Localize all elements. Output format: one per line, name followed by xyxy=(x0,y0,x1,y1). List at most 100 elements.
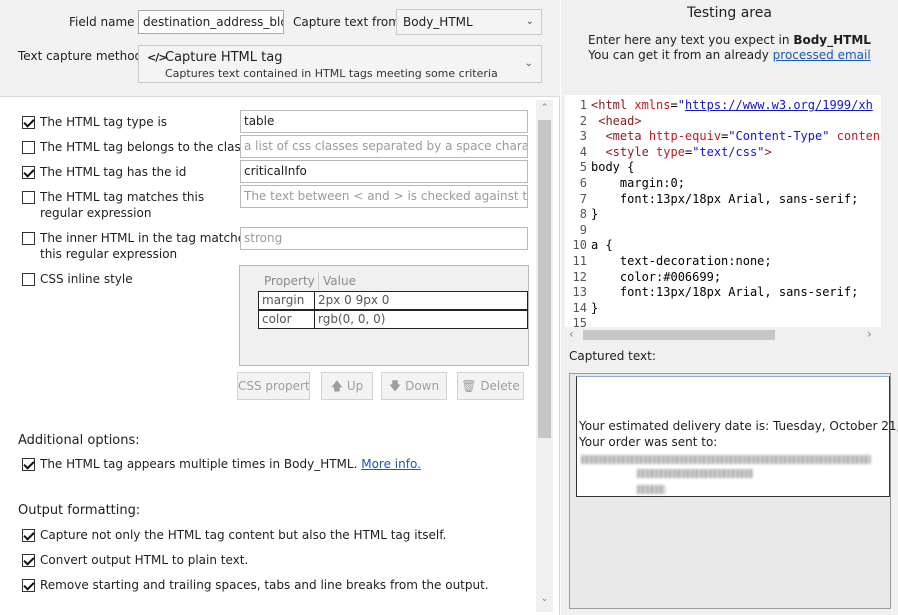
testing-info: Enter here any text you expect in Body_H… xyxy=(588,33,871,62)
code-line: font:13px/18px Arial, sans-serif; xyxy=(591,285,859,300)
scroll-up-icon[interactable]: ⌃ xyxy=(536,103,553,113)
method-subtitle: Captures text contained in HTML tags mee… xyxy=(165,67,498,80)
line-number: 2 xyxy=(579,113,587,128)
editor-horizontal-scrollbar[interactable]: ‹ › xyxy=(565,327,881,343)
testing-area-pane: Testing area Enter here any text you exp… xyxy=(561,0,898,615)
code-line: } xyxy=(591,300,599,315)
test-html-editor[interactable]: 1 <html xmlns="https://www.w3.org/1999/xh… xyxy=(565,95,881,327)
classes-input[interactable]: a list of css classes separated by a spa… xyxy=(240,135,528,158)
line-number: 7 xyxy=(579,191,587,206)
grid-cell-value: 2px 0 9px 0 xyxy=(318,293,390,307)
css-property-grid[interactable]: Property Value margin 2px 0 9px 0 color … xyxy=(239,265,529,366)
scroll-right-icon[interactable]: › xyxy=(867,327,872,341)
captured-line-1: Your estimated delivery date is: Tuesday… xyxy=(579,419,898,433)
captured-line-2: Your order was sent to: xyxy=(579,435,718,449)
move-up-button[interactable]: 🡅 Up xyxy=(321,372,373,400)
plain-text-checkbox[interactable] xyxy=(22,554,35,567)
field-name-label: Field name xyxy=(69,15,135,29)
grid-header-value: Value xyxy=(318,272,356,290)
arrow-down-icon: 🡇 xyxy=(388,379,402,393)
multiple-times-checkbox[interactable] xyxy=(22,458,35,471)
grid-row[interactable]: color rgb(0, 0, 0) xyxy=(258,310,528,329)
include-tag-checkbox[interactable] xyxy=(22,529,35,542)
scroll-left-icon[interactable]: ‹ xyxy=(569,327,574,341)
code-line: body { xyxy=(591,160,635,175)
tag-id-input[interactable]: criticalInfo xyxy=(240,160,528,183)
grid-header-property: Property xyxy=(264,274,315,288)
line-number: 4 xyxy=(579,144,587,159)
field-name-input[interactable]: destination_address_block xyxy=(138,10,284,34)
output-formatting-title: Output formatting: xyxy=(18,503,141,518)
line-number: 12 xyxy=(572,269,587,284)
add-css-property-button[interactable]: CSS property xyxy=(237,372,310,400)
include-tag-label: Capture not only the HTML tag content bu… xyxy=(40,528,447,542)
grid-cell-property: margin xyxy=(259,292,315,309)
line-number: 14 xyxy=(572,300,587,315)
trash-icon: 🗑 xyxy=(461,379,477,393)
chevron-down-icon: ⌄ xyxy=(524,58,533,69)
move-down-label: Down xyxy=(405,379,440,393)
scroll-thumb[interactable] xyxy=(538,120,551,438)
trim-checkbox[interactable] xyxy=(22,579,35,592)
line-number: 9 xyxy=(579,222,587,237)
code-line: a { xyxy=(591,238,613,253)
multiple-times-label: The HTML tag appears multiple times in B… xyxy=(40,457,421,471)
delete-label: Delete xyxy=(480,379,520,393)
add-css-property-label: CSS property xyxy=(238,379,310,393)
editor-vertical-scrollbar[interactable] xyxy=(881,95,897,343)
move-down-button[interactable]: 🡇 Down xyxy=(381,372,447,400)
scroll-down-icon[interactable]: ⌄ xyxy=(536,594,553,604)
chevron-down-icon: ⌄ xyxy=(525,16,534,27)
capture-from-value: Body_HTML xyxy=(403,15,473,29)
method-label: Text capture method xyxy=(18,49,143,63)
line-number: 1 xyxy=(579,98,587,112)
grid-cell-value: rgb(0, 0, 0) xyxy=(318,312,386,326)
code-line: <head> xyxy=(598,113,642,128)
line-number: 15 xyxy=(572,316,587,327)
line-number: 8 xyxy=(579,207,587,222)
line-number: 10 xyxy=(572,238,587,253)
method-title: Capture HTML tag xyxy=(165,50,283,65)
redacted-address-line xyxy=(637,485,665,494)
tag-regex-label-line2: regular expression xyxy=(40,206,152,220)
tag-id-checkbox[interactable] xyxy=(22,166,35,179)
code-line: <meta http-equiv="Content-Type" conten xyxy=(605,129,881,144)
code-line: text-decoration:none; xyxy=(591,254,772,268)
line-number: 13 xyxy=(572,285,587,300)
capture-method-dropdown[interactable]: </> Capture HTML tag Captures text conta… xyxy=(138,45,542,83)
tag-type-checkbox[interactable] xyxy=(22,116,35,129)
delete-button[interactable]: 🗑 Delete xyxy=(457,372,524,400)
testing-area-title: Testing area xyxy=(687,5,772,21)
tag-type-input[interactable]: table xyxy=(240,110,528,133)
inner-html-label-line2: this regular expression xyxy=(40,247,178,261)
captured-text-area[interactable]: Your estimated delivery date is: Tuesday… xyxy=(569,373,898,609)
redacted-address-line xyxy=(637,469,753,478)
code-line: color:#006699; xyxy=(591,269,722,284)
inner-html-input[interactable]: strong xyxy=(240,227,528,250)
capture-settings-pane: Field name destination_address_block Cap… xyxy=(0,0,560,615)
source-field-name: Body_HTML xyxy=(793,33,871,47)
inner-html-label: The inner HTML in the tag matches xyxy=(40,231,252,245)
css-inline-label: CSS inline style xyxy=(40,272,133,286)
settings-header: Field name destination_address_block Cap… xyxy=(0,0,560,97)
scroll-thumb[interactable] xyxy=(583,330,775,340)
capture-from-dropdown[interactable]: Body_HTML ⌄ xyxy=(396,9,542,35)
code-line: font:13px/18px Arial, sans-serif; xyxy=(591,191,859,206)
more-info-link[interactable]: More info. xyxy=(361,457,421,471)
arrow-up-icon: 🡅 xyxy=(330,379,344,393)
tag-regex-input[interactable]: The text between < and > is checked agai… xyxy=(240,185,528,208)
inner-html-checkbox[interactable] xyxy=(22,232,35,245)
classes-label: The HTML tag belongs to the classes xyxy=(40,140,261,154)
move-up-label: Up xyxy=(346,379,364,393)
settings-scrollbar[interactable]: ⌃ ⌄ xyxy=(536,100,553,612)
plain-text-label: Convert output HTML to plain text. xyxy=(40,553,249,567)
tag-type-label: The HTML tag type is xyxy=(40,115,168,129)
capture-from-label: Capture text from xyxy=(293,15,400,29)
processed-email-link[interactable]: processed email xyxy=(773,48,871,62)
classes-checkbox[interactable] xyxy=(22,141,35,154)
additional-options-title: Additional options: xyxy=(18,433,140,448)
tag-id-label: The HTML tag has the id xyxy=(40,165,187,179)
tag-regex-checkbox[interactable] xyxy=(22,191,35,204)
css-inline-checkbox[interactable] xyxy=(22,273,35,286)
grid-row[interactable]: margin 2px 0 9px 0 xyxy=(258,291,528,310)
